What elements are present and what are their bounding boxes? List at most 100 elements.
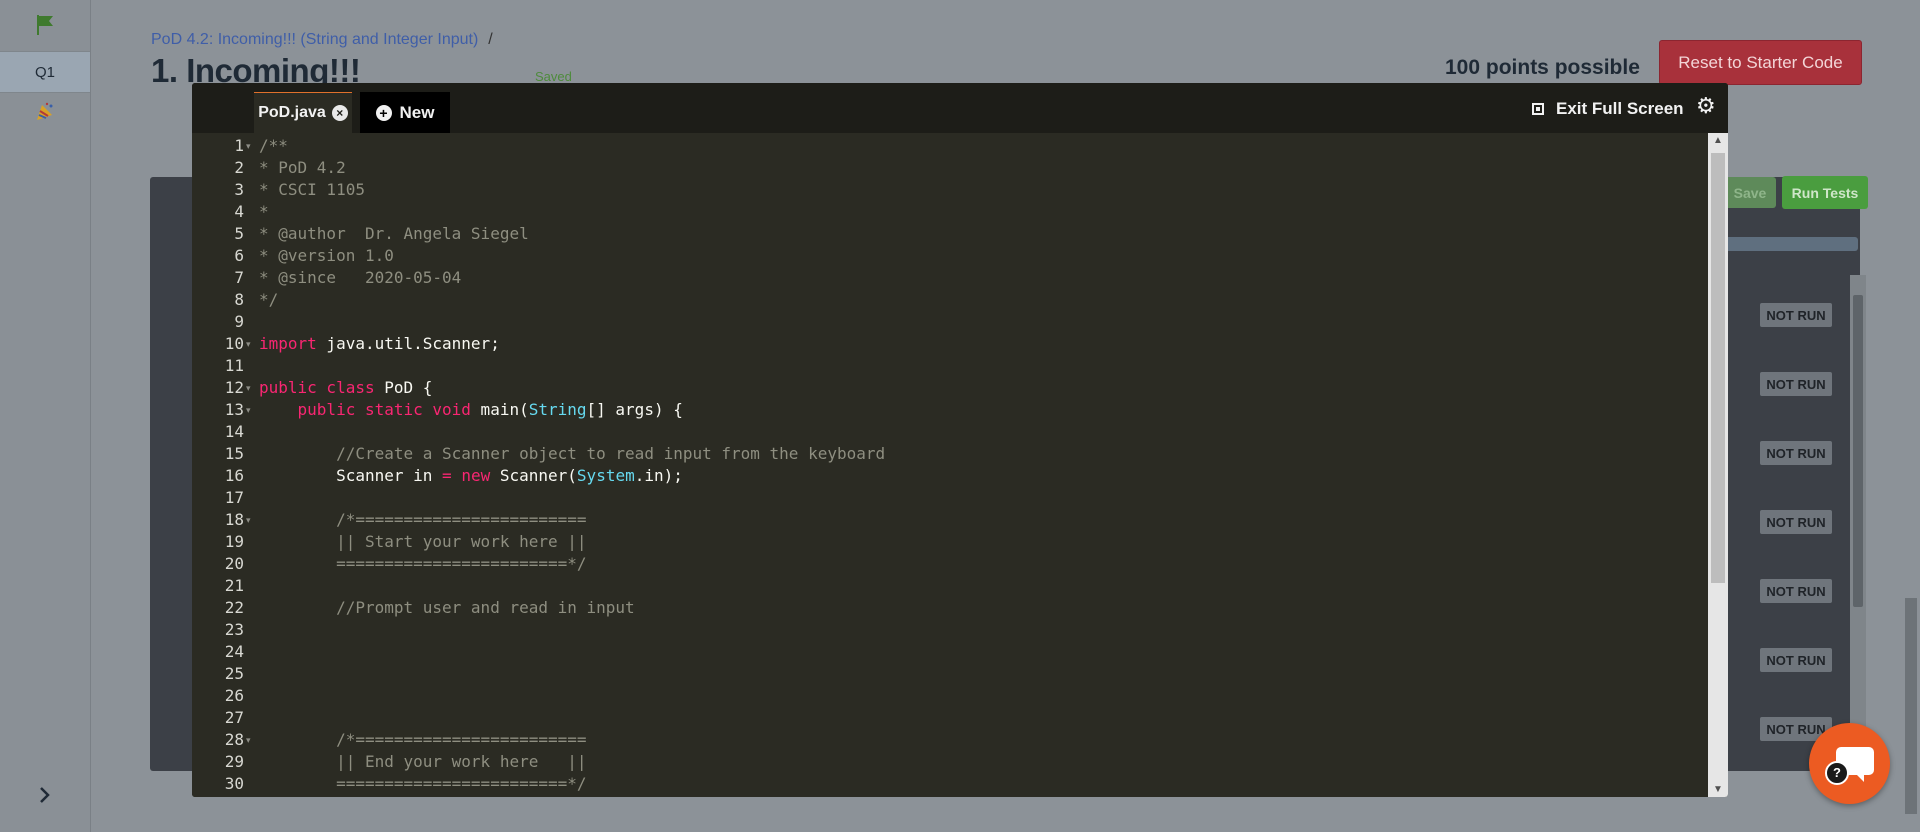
code-line: ========================*/ — [259, 554, 587, 573]
page-scrollbar[interactable] — [1902, 122, 1920, 832]
editor-scrollbar[interactable]: ▲ ▼ — [1708, 133, 1728, 797]
code-text: main( — [470, 400, 529, 419]
gear-icon[interactable]: ⚙ — [1696, 93, 1716, 119]
code-line: * CSCI 1105 — [259, 180, 365, 199]
code-editor[interactable]: PoD.java × + New Exit Full Screen ⚙ 1 ▾ 2 3… — [192, 83, 1728, 797]
line-number: 4 — [234, 202, 244, 221]
line-number: 16 — [224, 466, 244, 485]
points-possible: 100 points possible — [1445, 56, 1640, 79]
line-number: 6 — [234, 246, 244, 265]
plus-circle-icon: + — [375, 104, 392, 121]
code-type: System — [576, 466, 635, 485]
line-number: 13 — [224, 400, 244, 419]
line-number: 24 — [224, 642, 244, 661]
help-question-icon: ? — [1825, 761, 1849, 785]
breadcrumb-separator: / — [488, 31, 493, 48]
line-number: 19 — [224, 532, 244, 551]
test-status-badge: NOT RUN — [1760, 510, 1832, 534]
line-number: 10 — [224, 334, 244, 353]
code-line: //Prompt user and read in input — [259, 598, 635, 617]
saved-status: Saved — [535, 69, 572, 84]
line-number: 12 — [224, 378, 244, 397]
scroll-up-icon[interactable]: ▲ — [1708, 135, 1728, 146]
line-number: 27 — [224, 708, 244, 727]
fold-arrow-icon[interactable]: ▾ — [246, 729, 254, 751]
code-line: /*======================== — [259, 730, 587, 749]
exit-fullscreen-label: Exit Full Screen — [1556, 99, 1684, 118]
code-text: Scanner in — [259, 466, 443, 485]
chevron-right-icon[interactable] — [0, 775, 90, 815]
line-number: 3 — [234, 180, 244, 199]
code-line: || End your work here || — [259, 752, 587, 771]
line-number: 29 — [224, 752, 244, 771]
reset-to-starter-code-button[interactable]: Reset to Starter Code — [1659, 40, 1862, 85]
editor-scrollbar-thumb[interactable] — [1711, 153, 1725, 583]
line-number: 25 — [224, 664, 244, 683]
code-line: public class PoD { — [259, 377, 432, 399]
code-text: .in); — [634, 466, 683, 485]
line-number: 31 — [194, 795, 244, 797]
exit-fullscreen-button[interactable]: Exit Full Screen — [1532, 97, 1684, 121]
tests-scrollbar-thumb[interactable] — [1853, 295, 1863, 607]
code-line: */ — [259, 290, 279, 309]
line-number: 18 — [224, 510, 244, 529]
breadcrumb-link[interactable]: PoD 4.2: Incoming!!! (String and Integer… — [151, 31, 478, 48]
code-line: public static void main(String[] args) { — [259, 399, 683, 421]
scroll-down-icon[interactable]: ▼ — [1708, 784, 1728, 795]
question-nav-item[interactable]: Q1 — [0, 51, 90, 93]
line-number: 14 — [224, 422, 244, 441]
line-number: 8 — [234, 290, 244, 309]
code-line: * — [259, 202, 269, 221]
code-line: import java.util.Scanner; — [259, 333, 500, 355]
fold-arrow-icon[interactable]: ▾ — [246, 135, 254, 157]
code-line: * PoD 4.2 — [259, 158, 346, 177]
tests-scrollbar[interactable] — [1850, 275, 1866, 771]
code-keyword: public static void — [297, 400, 471, 419]
fold-arrow-icon[interactable]: ▾ — [246, 333, 254, 355]
code-text: PoD { — [374, 378, 433, 397]
line-number: 17 — [224, 488, 244, 507]
new-file-button[interactable]: + New — [360, 92, 450, 133]
close-icon[interactable]: × — [331, 105, 348, 121]
line-number: 20 — [224, 554, 244, 573]
file-tab-pod-java[interactable]: PoD.java × — [254, 92, 352, 133]
code-text: [] args) { — [586, 400, 683, 419]
line-number: 15 — [224, 444, 244, 463]
code-line: /*======================== — [259, 510, 587, 529]
line-number: 26 — [224, 686, 244, 705]
code-line: * @since 2020-05-04 — [259, 268, 462, 287]
new-file-label: New — [399, 102, 435, 122]
line-number: 30 — [224, 774, 244, 793]
line-number: 5 — [234, 224, 244, 243]
line-number: 7 — [234, 268, 244, 287]
party-hat-icon[interactable] — [0, 92, 90, 132]
code-line: Scanner in = new Scanner(System.in); — [259, 465, 683, 487]
code-area[interactable]: /** * PoD 4.2 * CSCI 1105 * * @author Dr… — [259, 133, 1699, 797]
line-number: 11 — [224, 356, 244, 375]
fold-arrow-icon[interactable]: ▾ — [246, 377, 254, 399]
line-number: 23 — [224, 620, 244, 639]
line-number: 1 — [234, 136, 244, 155]
fold-arrow-icon[interactable]: ▾ — [246, 399, 254, 421]
file-tab-label: PoD.java — [258, 104, 326, 121]
code-text: java.util.Scanner; — [316, 334, 500, 353]
page-scrollbar-thumb[interactable] — [1905, 598, 1917, 814]
flag-icon[interactable] — [0, 0, 90, 50]
chat-icon[interactable]: ? — [1809, 723, 1890, 804]
run-tests-button[interactable]: Run Tests — [1782, 176, 1868, 209]
line-number: 22 — [224, 598, 244, 617]
left-rail: Q1 — [0, 0, 91, 832]
code-line: * @version 1.0 — [259, 246, 394, 265]
code-operator: = — [442, 466, 452, 485]
code-keyword: import — [259, 334, 317, 353]
code-line: * @author Dr. Angela Siegel — [259, 224, 529, 243]
fold-arrow-icon[interactable]: ▾ — [246, 509, 254, 531]
question-nav-label: Q1 — [34, 63, 55, 81]
test-status-badge: NOT RUN — [1760, 648, 1832, 672]
test-status-badge: NOT RUN — [1760, 441, 1832, 465]
save-button[interactable]: Save — [1724, 177, 1776, 208]
code-text: Scanner( — [490, 466, 577, 485]
test-status-badge: NOT RUN — [1760, 303, 1832, 327]
